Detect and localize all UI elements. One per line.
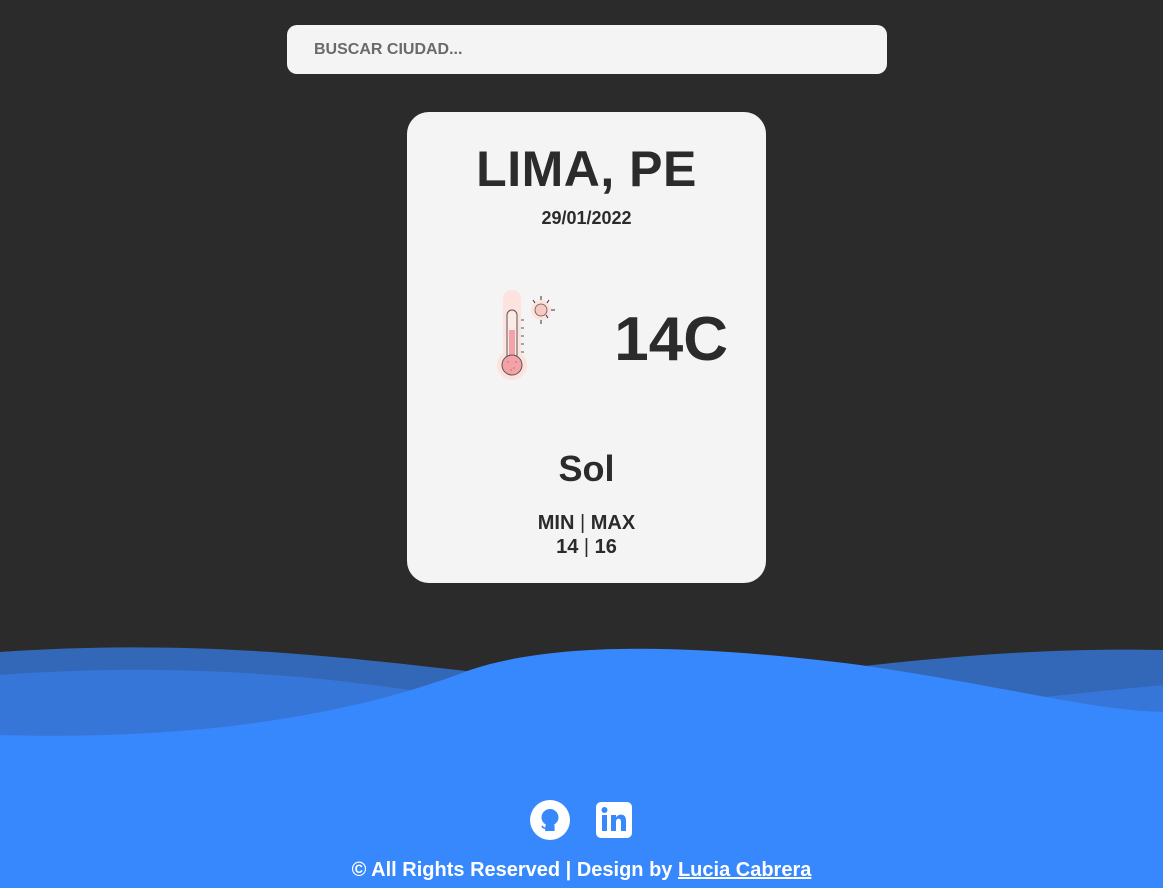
search-input[interactable]	[287, 25, 887, 74]
date: 29/01/2022	[541, 208, 632, 228]
github-icon[interactable]	[529, 800, 570, 840]
min-max-labels: MIN | MAX	[407, 511, 766, 535]
weather-description: Sol	[558, 448, 615, 489]
search-bar	[287, 25, 887, 74]
copyright-text: © All Rights Reserved | Design by	[351, 859, 678, 881]
linkedin-icon[interactable]	[594, 800, 634, 840]
copyright: © All Rights Reserved | Design by Lucia …	[0, 859, 1163, 882]
min-label: MIN	[537, 512, 575, 534]
city-name: LIMA, PE	[476, 141, 697, 197]
min-value: 14	[556, 536, 579, 558]
weather-card: LIMA, PE 29/01/2022 14C Sol MIN | MAX 14…	[407, 112, 766, 583]
max-value: 16	[594, 536, 617, 558]
author-link[interactable]: Lucia Cabrera	[678, 859, 811, 881]
footer: © All Rights Reserved | Design by Lucia …	[0, 780, 1163, 888]
separator: |	[583, 536, 590, 558]
min-max: MIN | MAX 14 | 16	[407, 511, 766, 559]
temperature: 14C	[614, 305, 728, 374]
social-links	[0, 800, 1163, 840]
separator: |	[580, 512, 586, 534]
page: LIMA, PE 29/01/2022	[0, 0, 1163, 888]
thermometer-sun-icon	[497, 290, 555, 380]
max-label: MAX	[590, 512, 636, 534]
min-max-values: 14 | 16	[407, 535, 766, 559]
